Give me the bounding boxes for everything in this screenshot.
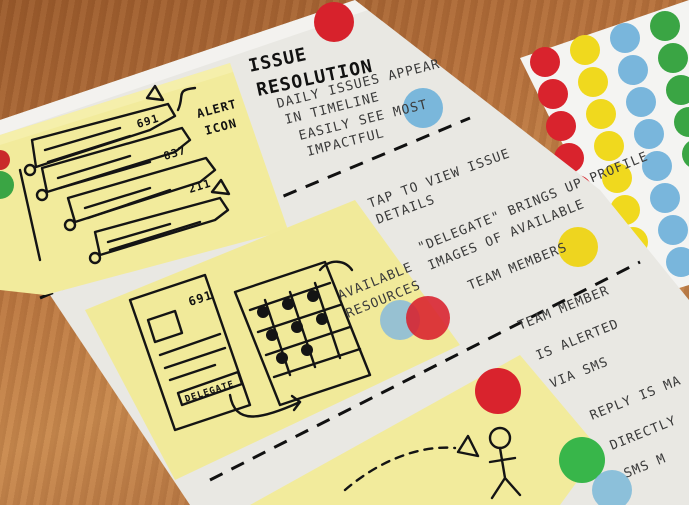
sheet-dot [634,119,664,149]
sheet-dot [578,67,608,97]
sheet-dot [538,79,568,109]
sheet-dot [610,23,640,53]
sheet-dot [618,55,648,85]
sheet-dot [626,87,656,117]
sheet-dot [658,215,688,245]
photo-scene: 691 837 211 ALERT ICON 691 DELEGATE AVAI… [0,0,689,505]
sheet-dot [546,111,576,141]
sheet-dot [586,99,616,129]
sheet-dot [570,35,600,65]
red-dot-sticker [314,2,354,42]
sheet-dot [650,183,680,213]
sheet-dot [530,47,560,77]
sheet-dot [658,43,688,73]
sheet-dot [594,131,624,161]
red-dot-sticker-2 [475,368,521,414]
sheet-dot [650,11,680,41]
red-overlap-sticker [406,296,450,340]
